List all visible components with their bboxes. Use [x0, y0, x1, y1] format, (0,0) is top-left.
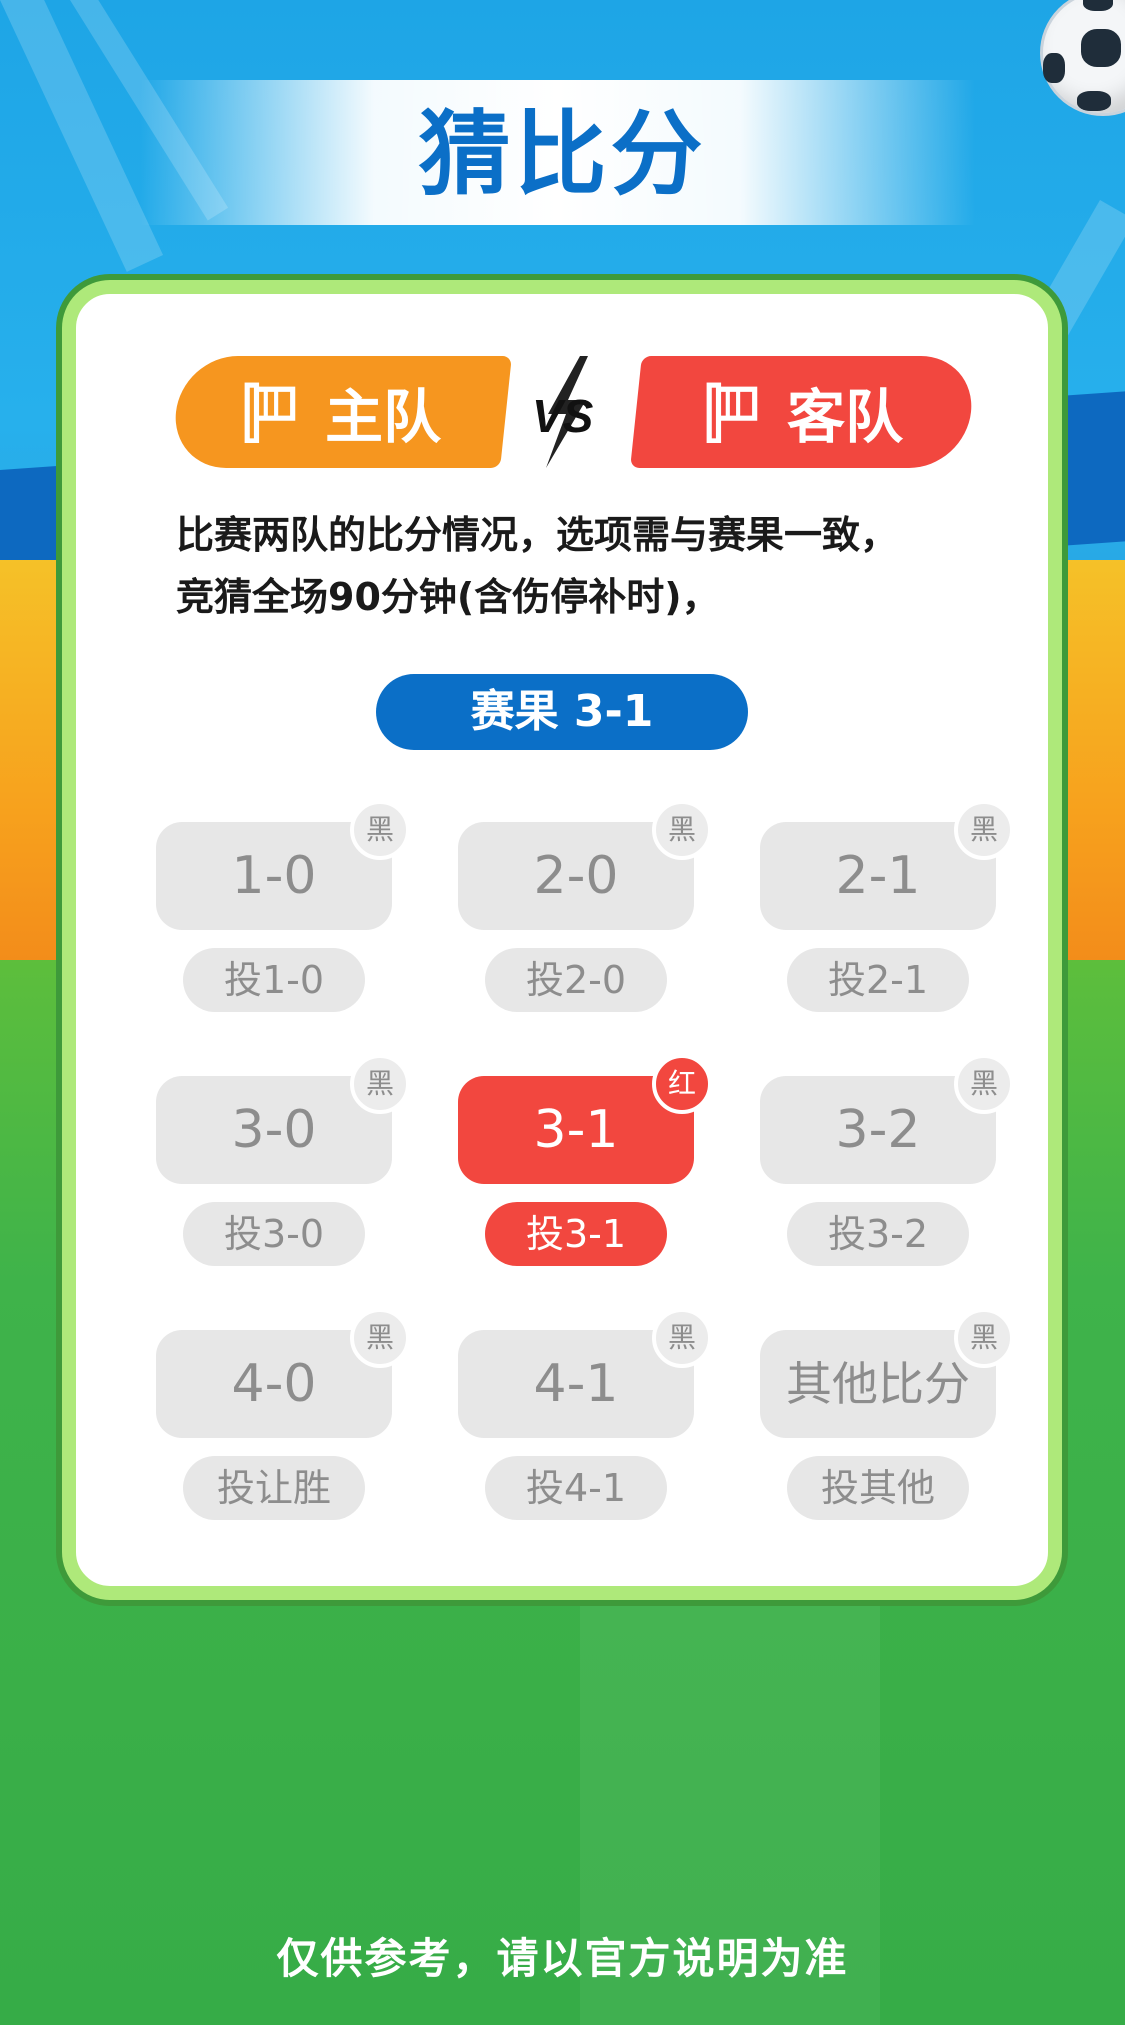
match-result-badge: 赛果 3-1 [376, 674, 748, 750]
score-text: 3-0 [231, 1100, 317, 1160]
score-text: 1-0 [231, 846, 317, 906]
bet-button[interactable]: 投3-0 [183, 1202, 365, 1266]
svg-text:VS: VS [532, 390, 594, 442]
ball-patch [1043, 53, 1065, 83]
bet-button[interactable]: 投2-1 [787, 948, 969, 1012]
home-team-label: 主队 [324, 383, 441, 451]
score-option[interactable]: 3-2 黑 投3-2 [760, 1054, 1014, 1266]
bet-button[interactable]: 投让胜 [183, 1456, 365, 1520]
rules-description: 比赛两队的比分情况，选项需与赛果一致， 竞猜全场90分钟(含伤停补时)， [176, 504, 976, 628]
score-option[interactable]: 1-0 黑 投1-0 [156, 800, 410, 1012]
result-badge: 黑 [350, 1054, 410, 1114]
flag-icon [244, 382, 296, 443]
score-option[interactable]: 2-1 黑 投2-1 [760, 800, 1014, 1012]
result-badge: 黑 [350, 1308, 410, 1368]
score-option[interactable]: 4-1 黑 投4-1 [458, 1308, 712, 1520]
vs-icon: VS [532, 356, 594, 468]
result-badge: 黑 [954, 1054, 1014, 1114]
away-team-label: 客队 [787, 383, 904, 451]
score-option-value[interactable]: 4-1 黑 [458, 1308, 712, 1438]
score-option-value[interactable]: 4-0 黑 [156, 1308, 410, 1438]
result-badge: 黑 [652, 800, 712, 860]
result-badge: 黑 [350, 800, 410, 860]
bet-button[interactable]: 投3-1 [485, 1202, 667, 1266]
bet-button[interactable]: 投1-0 [183, 948, 365, 1012]
score-text: 3-2 [835, 1100, 921, 1160]
result-badge: 黑 [954, 1308, 1014, 1368]
score-option[interactable]: 4-0 黑 投让胜 [156, 1308, 410, 1520]
ball-patch [1081, 29, 1121, 67]
result-badge: 黑 [652, 1308, 712, 1368]
score-text: 3-1 [533, 1100, 619, 1160]
bet-button[interactable]: 投4-1 [485, 1456, 667, 1520]
score-text: 其他比分 [786, 1357, 970, 1411]
result-badge: 红 [652, 1054, 712, 1114]
score-option[interactable]: 3-0 黑 投3-0 [156, 1054, 410, 1266]
score-option-value[interactable]: 3-1 红 [458, 1054, 712, 1184]
score-option-value[interactable]: 2-0 黑 [458, 800, 712, 930]
score-option[interactable]: 其他比分 黑 投其他 [760, 1308, 1014, 1520]
bet-button[interactable]: 投3-2 [787, 1202, 969, 1266]
ball-patch [1083, 0, 1113, 11]
score-option-value[interactable]: 其他比分 黑 [760, 1308, 1014, 1438]
away-team-pill: 客队 [630, 356, 977, 468]
score-text: 4-1 [533, 1354, 619, 1414]
score-text: 2-1 [835, 846, 921, 906]
rules-line-2: 竞猜全场90分钟(含伤停补时)， [176, 575, 720, 619]
flag-icon [707, 382, 758, 443]
score-option-value[interactable]: 3-0 黑 [156, 1054, 410, 1184]
score-option-value[interactable]: 1-0 黑 [156, 800, 410, 930]
score-text: 2-0 [533, 846, 619, 906]
page-title: 猜比分 [418, 101, 707, 208]
rules-line-1: 比赛两队的比分情况，选项需与赛果一致， [176, 513, 899, 557]
home-team-pill: 主队 [170, 356, 512, 468]
bet-button[interactable]: 投2-0 [485, 948, 667, 1012]
disclaimer-text: 仅供参考，请以官方说明为准 [276, 1934, 849, 1983]
score-option[interactable]: 2-0 黑 投2-0 [458, 800, 712, 1012]
score-option-value[interactable]: 2-1 黑 [760, 800, 1014, 930]
score-option-value[interactable]: 3-2 黑 [760, 1054, 1014, 1184]
score-card: 主队 VS 客队 比赛两队的比分情况，选项需与赛果一致， 竞猜全场90分钟(含伤… [62, 280, 1062, 1600]
score-text: 4-0 [231, 1354, 317, 1414]
bet-button[interactable]: 投其他 [787, 1456, 969, 1520]
result-badge: 黑 [954, 800, 1014, 860]
score-option-selected[interactable]: 3-1 红 投3-1 [458, 1054, 712, 1266]
